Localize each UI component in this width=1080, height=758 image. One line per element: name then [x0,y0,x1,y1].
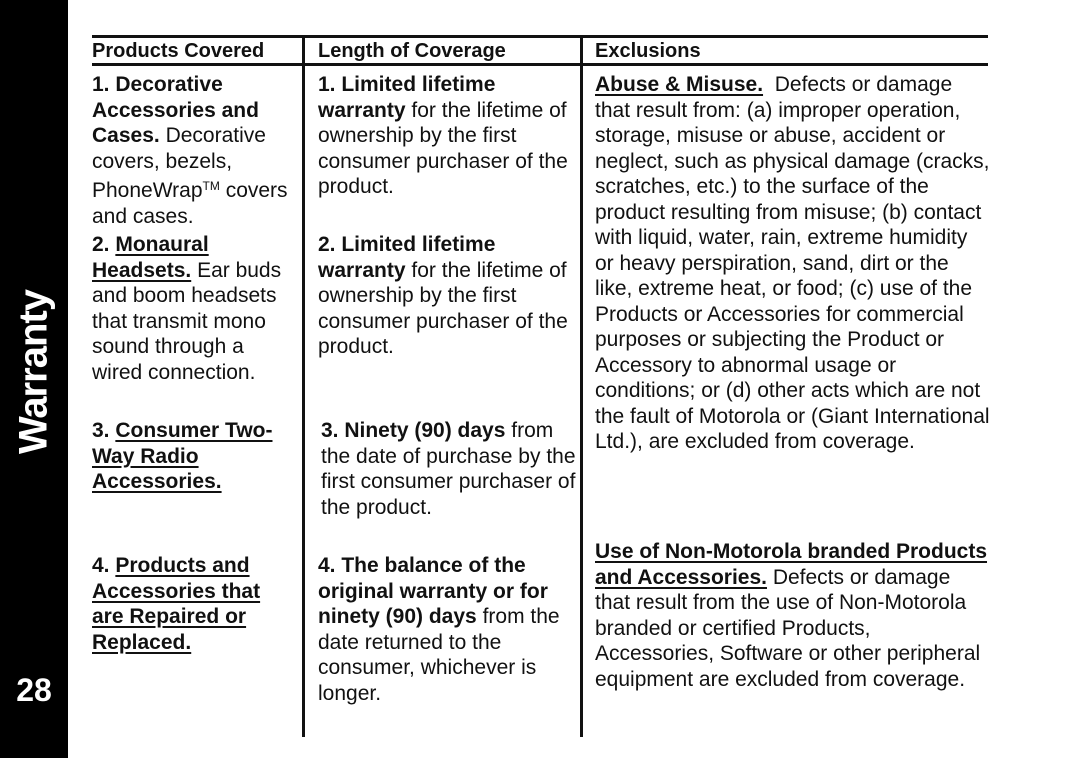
trademark-symbol: TM [202,179,220,193]
exclusion-item-1: Abuse & Misuse. Defects or damage that r… [595,72,990,455]
coverage-term: 3. Ninety (90) days [321,419,506,442]
coverage-item-1: 1. Limited lifetime warranty for the lif… [318,72,578,200]
header-products-covered: Products Covered [92,40,265,62]
column-divider [580,35,583,737]
section-label: Warranty [11,290,56,454]
product-item-2: 2. Monaural Headsets. Ear buds and boom … [92,232,297,385]
product-title: Consumer Two-Way Radio Accessories. [92,419,273,493]
warranty-table: Products Covered Length of Coverage Excl… [92,35,990,737]
exclusion-title: Abuse & Misuse. [595,73,764,96]
coverage-item-2: 2. Limited lifetime warranty for the lif… [318,232,578,360]
table-top-rule [92,35,988,38]
table-header-rule [92,63,988,66]
product-number: 4. [92,554,110,577]
header-length-of-coverage: Length of Coverage [318,40,506,62]
product-item-3: 3. Consumer Two-Way Radio Accessories. [92,418,297,495]
coverage-item-3: 3. Ninety (90) days from the date of pur… [318,418,581,520]
product-number: 1. [92,73,110,96]
column-divider [302,35,305,737]
product-title: Products and Accessories that are Repair… [92,554,261,654]
header-exclusions: Exclusions [595,40,701,62]
product-title: Monaural Headsets. [92,233,209,282]
product-number: 2. [92,233,110,256]
exclusion-description: Defects or damage that result from: (a) … [595,73,990,453]
page-number: 28 [16,672,52,708]
section-side-tab: Warranty 28 [0,0,68,758]
product-number: 3. [92,419,110,442]
product-item-4: 4. Products and Accessories that are Rep… [92,553,297,655]
product-item-1: 1. Decorative Accessories and Cases. Dec… [92,72,297,229]
exclusion-item-2: Use of Non-Motorola branded Products and… [595,539,990,692]
coverage-item-4: 4. The balance of the original warranty … [318,553,578,706]
